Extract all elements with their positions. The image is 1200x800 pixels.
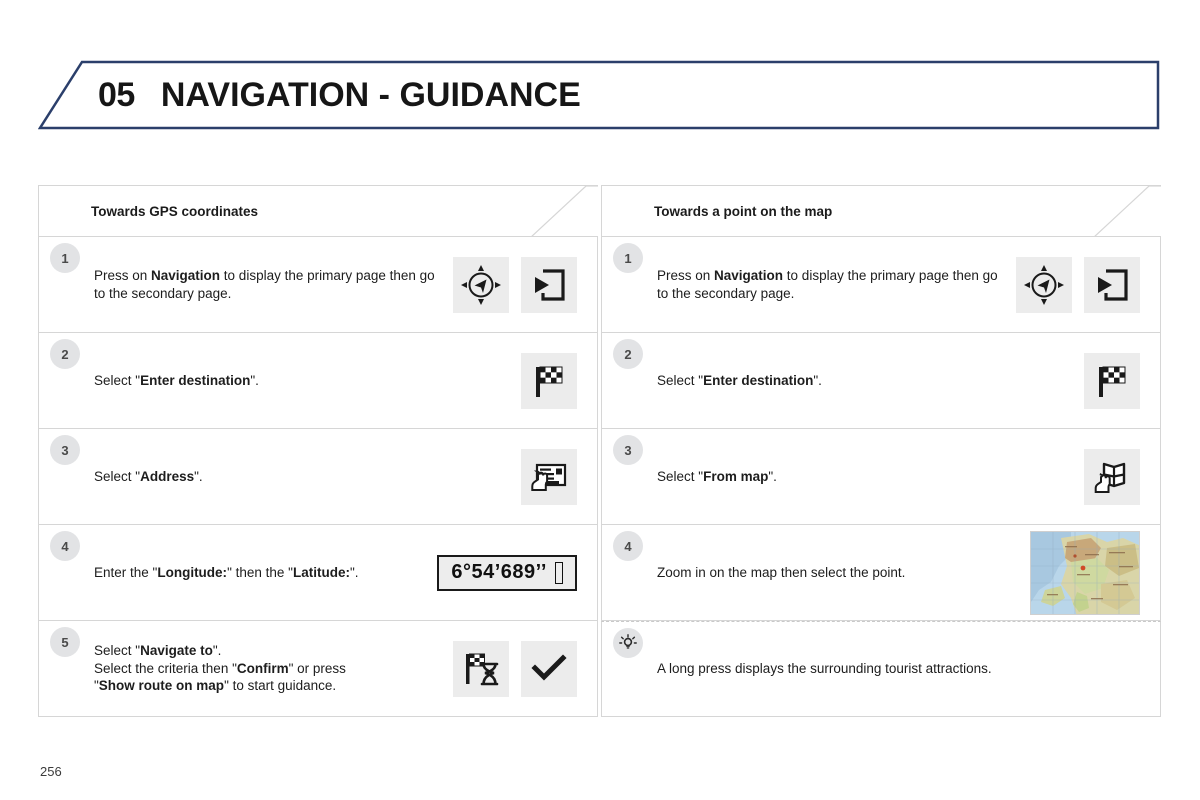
procedure-columns: Towards GPS coordinates 1 Press on Navig…: [38, 185, 1162, 717]
step-icons: [1030, 530, 1146, 615]
lightbulb-icon: [619, 634, 637, 649]
text-cursor-icon: [555, 561, 563, 584]
chapter-heading: 05 NAVIGATION - GUIDANCE: [98, 60, 581, 130]
column-point-on-map: Towards a point on the map 1 Press on Na…: [601, 185, 1161, 717]
step-row[interactable]: 2 Select "Enter destination".: [38, 333, 598, 429]
step-icons: 6°54’689’’: [437, 554, 583, 591]
step-icons: [453, 640, 583, 697]
step-row[interactable]: 1 Press on Navigation to display the pri…: [38, 237, 598, 333]
step-icons: [1084, 448, 1146, 505]
secondary-page-icon[interactable]: [521, 256, 577, 313]
checkered-flag-icon[interactable]: [521, 352, 577, 409]
secondary-page-icon[interactable]: [1084, 256, 1140, 313]
step-row[interactable]: 4 Enter the "Longitude:" then the "Latit…: [38, 525, 598, 621]
step-badge: 2: [613, 339, 643, 369]
step-badge: 3: [613, 435, 643, 465]
step-badge: 4: [50, 531, 80, 561]
step-text: Zoom in on the map then select the point…: [657, 564, 906, 580]
step-text: Select "Enter destination".: [657, 372, 822, 388]
step-row[interactable]: 4 Zoom in on the map then select the poi…: [601, 525, 1161, 621]
step-icons: [453, 256, 583, 313]
coordinate-value: 6°54’689’’: [451, 561, 547, 583]
chapter-number: 05: [98, 75, 135, 114]
section-header-diagonal-cut: [530, 186, 598, 236]
navigation-compass-icon[interactable]: [1016, 256, 1072, 313]
step-row[interactable]: 2 Select "Enter destination".: [601, 333, 1161, 429]
step-row[interactable]: 3 Select "Address".: [38, 429, 598, 525]
flag-hourglass-icon[interactable]: [453, 640, 509, 697]
step-row[interactable]: 1 Press on Navigation to display the pri…: [601, 237, 1161, 333]
section-header-diagonal-cut: [1093, 186, 1161, 236]
step-text: Select "Enter destination".: [94, 372, 259, 388]
section-title: Towards GPS coordinates: [91, 203, 259, 219]
address-hand-icon[interactable]: [521, 448, 577, 505]
step-badge: 4: [613, 531, 643, 561]
step-row[interactable]: 5 Select "Navigate to". Select the criter…: [38, 621, 598, 717]
page-title: NAVIGATION - GUIDANCE: [160, 75, 581, 114]
page-number: 256: [40, 764, 62, 779]
step-text: Select "From map".: [657, 468, 777, 484]
step-icons: [1016, 256, 1146, 313]
step-text: Select "Address".: [94, 468, 203, 484]
step-badge: 2: [50, 339, 80, 369]
checkered-flag-icon[interactable]: [1084, 352, 1140, 409]
step-text: Enter the "Longitude:" then the "Latitud…: [94, 564, 359, 580]
section-header-point-on-map: Towards a point on the map: [601, 185, 1161, 237]
tip-badge: [613, 628, 643, 658]
tip-text: A long press displays the surrounding to…: [657, 661, 992, 677]
navigation-compass-icon[interactable]: [453, 256, 509, 313]
step-text: Select "Navigate to". Select the criteria…: [94, 642, 346, 694]
section-header-gps-coordinates: Towards GPS coordinates: [38, 185, 598, 237]
step-icons: [1084, 352, 1146, 409]
step-row[interactable]: 3 Select "From map".: [601, 429, 1161, 525]
column-gps-coordinates: Towards GPS coordinates 1 Press on Navig…: [38, 185, 598, 717]
step-icons: [521, 352, 583, 409]
step-badge: 5: [50, 627, 80, 657]
tip-row: A long press displays the surrounding to…: [601, 621, 1161, 717]
chapter-banner: 05 NAVIGATION - GUIDANCE: [38, 60, 1160, 130]
step-text: Press on Navigation to display the prima…: [94, 267, 435, 301]
step-text: Press on Navigation to display the prima…: [657, 267, 998, 301]
step-badge: 1: [613, 243, 643, 273]
coordinate-input-field[interactable]: 6°54’689’’: [437, 554, 577, 591]
map-thumbnail[interactable]: [1030, 530, 1140, 615]
step-badge: 1: [50, 243, 80, 273]
folded-map-hand-icon[interactable]: [1084, 448, 1140, 505]
section-title: Towards a point on the map: [654, 203, 833, 219]
step-icons: [521, 448, 583, 505]
step-badge: 3: [50, 435, 80, 465]
checkmark-icon[interactable]: [521, 640, 577, 697]
